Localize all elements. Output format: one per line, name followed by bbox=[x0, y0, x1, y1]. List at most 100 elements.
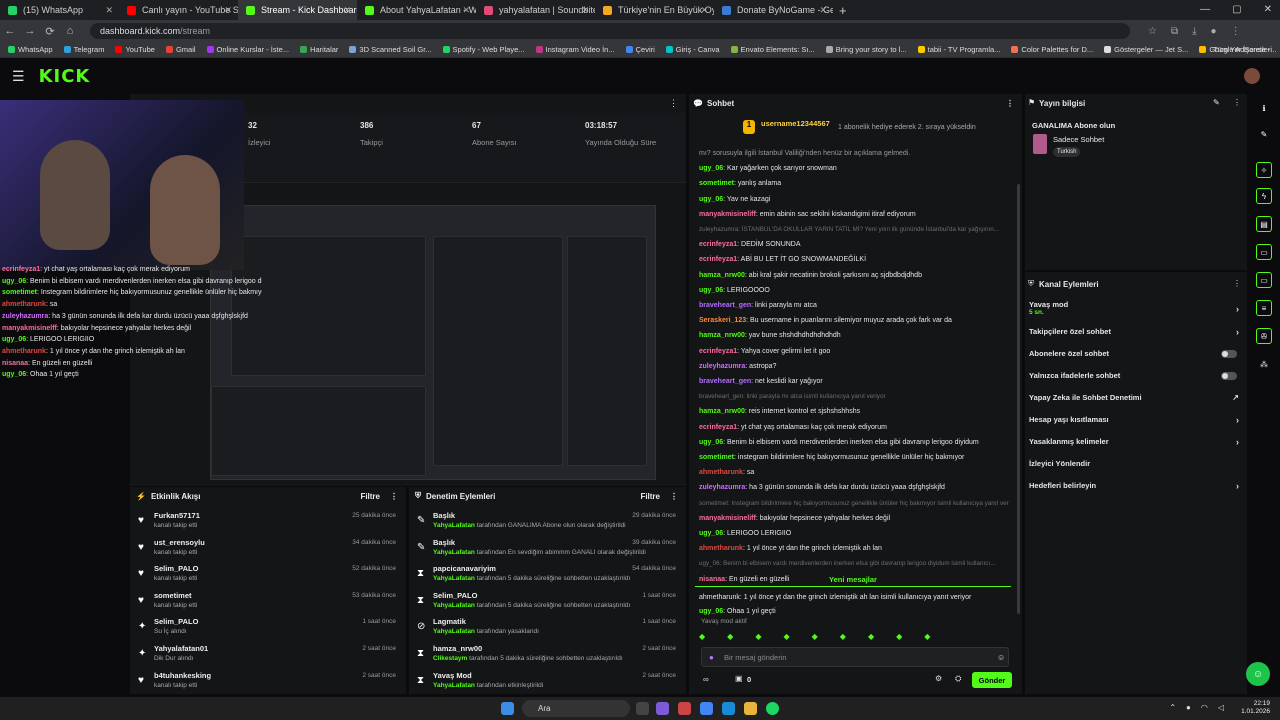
kick-logo[interactable]: KICK bbox=[39, 66, 91, 87]
send-button[interactable]: Gönder bbox=[972, 672, 1012, 688]
moderation-target[interactable]: Lagmatik bbox=[433, 617, 466, 626]
moderation-item[interactable]: ⧗ papcicanavariyim YahyaLafatan tarafından… bbox=[417, 564, 680, 590]
moderation-item[interactable]: ⧗ Yavaş Mod YahyaLafatan tarafından etkinl… bbox=[417, 671, 680, 697]
chat-username[interactable]: ugy_06 bbox=[699, 608, 723, 615]
moderation-item[interactable]: ⧗ Selim_PALO YahyaLafatan tarafından 5 dak… bbox=[417, 591, 680, 617]
activity-user[interactable]: Selim_PALO bbox=[154, 617, 198, 626]
chat-username[interactable]: manyakmisineliff bbox=[699, 515, 756, 522]
moderation-actor[interactable]: YahyaLafatan bbox=[433, 628, 475, 635]
app-icon[interactable] bbox=[678, 702, 691, 715]
hamburger-icon[interactable]: ☰ bbox=[12, 68, 25, 85]
chat-username[interactable]: ecrinfeyza1 bbox=[699, 424, 737, 431]
start-icon[interactable] bbox=[501, 702, 514, 715]
chat-username[interactable]: braveheart_gen bbox=[699, 302, 751, 309]
channel-action-row[interactable]: Yasaklanmış kelimeler › bbox=[1029, 437, 1239, 451]
chat-menu-icon[interactable]: ⋮ bbox=[1006, 99, 1014, 108]
moderation-item[interactable]: ⊘ Lagmatik YahyaLafatan tarafından yasakla… bbox=[417, 617, 680, 643]
chat-username[interactable]: hamza_nrw00 bbox=[699, 272, 745, 279]
activity-user[interactable]: sometimet bbox=[154, 591, 192, 600]
chat-username[interactable]: hamza_nrw00 bbox=[699, 332, 745, 339]
bookmark[interactable]: 3D Scanned Soil Gr... bbox=[349, 45, 432, 54]
chat-input[interactable]: Bir mesaj gönderin bbox=[701, 647, 1009, 667]
channel-action-row[interactable]: Hesap yaşı kısıtlaması › bbox=[1029, 415, 1239, 429]
download-icon[interactable]: ⤓ bbox=[1192, 26, 1196, 37]
channel-action-row[interactable]: Takipçilere özel sohbet › bbox=[1029, 327, 1239, 341]
activity-user[interactable]: Yahyalafatan01 bbox=[154, 644, 208, 653]
bookmark[interactable]: Telegram bbox=[63, 45, 104, 54]
chat-username[interactable]: zuleyhazumra bbox=[699, 363, 745, 370]
chat-username[interactable]: sometimet bbox=[699, 454, 734, 461]
toggle-switch[interactable] bbox=[1221, 372, 1237, 380]
doc-rail-icon[interactable]: ▤ bbox=[1256, 216, 1272, 232]
emoji-icon[interactable]: ☺ bbox=[997, 653, 1005, 662]
moderation-target[interactable]: Başlık bbox=[433, 511, 455, 520]
bookmark[interactable]: Envato Elements: Sı... bbox=[730, 45, 815, 54]
browser-tab[interactable]: About YahyaLafatan - Watch Li✕ bbox=[357, 0, 476, 20]
pen-rail-icon[interactable]: ✎ bbox=[1256, 126, 1272, 142]
menu-icon[interactable]: ⋮ bbox=[1231, 26, 1241, 37]
chat-username[interactable]: ecrinfeyza1 bbox=[699, 241, 737, 248]
bookmark[interactable]: Bring your story to l... bbox=[825, 45, 907, 54]
chat-username[interactable]: ugy_06 bbox=[699, 196, 723, 203]
emote-icon[interactable]: ◆ bbox=[783, 632, 789, 641]
bookmark[interactable]: Online Kurslar - İste... bbox=[206, 45, 289, 54]
chevron-up-icon[interactable]: ⌃ bbox=[1169, 703, 1176, 712]
activity-item[interactable]: ✦ Yahyalafatan01 Dik Dur alındı 2 saat önce bbox=[138, 644, 400, 670]
bookmark[interactable]: tabii - TV Programla... bbox=[917, 45, 1000, 54]
moderation-actor[interactable]: YahyaLafatan bbox=[433, 575, 475, 582]
task-view-icon[interactable] bbox=[636, 702, 649, 715]
channel-action-row[interactable]: Hedefleri belirleyin › bbox=[1029, 481, 1239, 495]
folder-icon[interactable] bbox=[744, 702, 757, 715]
emote-icon[interactable]: ◆ bbox=[868, 632, 874, 641]
browser-tab[interactable]: Türkiye'nin En Büyük Oyuncu D✕ bbox=[595, 0, 714, 20]
moderation-actor[interactable]: YahyaLafatan bbox=[433, 522, 475, 529]
chat-username[interactable]: ecrinfeyza1 bbox=[699, 348, 737, 355]
edge-icon[interactable] bbox=[722, 702, 735, 715]
chat-username[interactable]: ugy_06 bbox=[699, 287, 723, 294]
avatar[interactable] bbox=[1244, 68, 1260, 84]
activity-item[interactable]: ♥ Furkan57171 kanalı takip etti 25 dakika ö… bbox=[138, 511, 400, 537]
channel-action-row[interactable]: Yapay Zeka ile Sohbet Denetimi ↗ bbox=[1029, 393, 1239, 407]
gift-icon[interactable]: ▣ bbox=[735, 674, 743, 683]
chat-rail-icon[interactable]: ▭ bbox=[1256, 244, 1272, 260]
bookmark[interactable]: WhatsApp bbox=[8, 45, 53, 54]
stream-menu-icon[interactable]: ⋮ bbox=[669, 98, 678, 109]
chat-username[interactable]: Seraskeri_123 bbox=[699, 317, 746, 324]
category-name[interactable]: Sadece Sohbet bbox=[1053, 135, 1104, 144]
chat-username[interactable]: sometimet bbox=[699, 180, 734, 187]
emote-icon[interactable]: ◆ bbox=[727, 632, 733, 641]
new-tab-button[interactable]: + bbox=[839, 3, 847, 18]
target-rail-icon[interactable]: ✧ bbox=[1256, 162, 1272, 178]
card-rail-icon[interactable]: ▭ bbox=[1256, 272, 1272, 288]
activity-user[interactable]: ust_erensoylu bbox=[154, 538, 205, 547]
chat-username[interactable]: ahmetharunk bbox=[699, 545, 743, 552]
moderation-menu-icon[interactable]: ⋮ bbox=[670, 492, 678, 501]
emote-icon[interactable]: ◆ bbox=[924, 632, 930, 641]
taskbar-clock[interactable]: 22:19 1.01.2026 bbox=[1241, 700, 1270, 716]
url-input[interactable]: dashboard.kick.com/stream bbox=[90, 23, 1130, 39]
close-icon[interactable]: ✕ bbox=[1264, 4, 1272, 15]
activity-user[interactable]: b4tuhankesking bbox=[154, 671, 211, 680]
points-icon[interactable]: ∞ bbox=[703, 675, 709, 684]
reload-icon[interactable]: ⟳ bbox=[40, 25, 60, 38]
forward-icon[interactable]: → bbox=[20, 25, 40, 37]
tab-close-icon[interactable]: ✕ bbox=[819, 5, 827, 16]
moderation-actor[interactable]: Clikestaym bbox=[433, 655, 467, 662]
browser-tab[interactable]: yahyalafatan | Soundbites, Sou✕ bbox=[476, 0, 595, 20]
activity-item[interactable]: ✦ Selim_PALO Su İç alındı 1 saat önce bbox=[138, 617, 400, 643]
moderation-target[interactable]: Başlık bbox=[433, 538, 455, 547]
server-rail-icon[interactable]: ≡ bbox=[1256, 300, 1272, 316]
profile-icon[interactable]: ● bbox=[1211, 26, 1217, 37]
tab-close-icon[interactable]: ✕ bbox=[343, 5, 351, 16]
all-bookmarks[interactable]: Tüm Yer İşaretleri bbox=[1213, 45, 1272, 54]
tab-close-icon[interactable]: ✕ bbox=[105, 5, 113, 16]
bookmark[interactable]: Çeviri bbox=[625, 45, 655, 54]
bolt-rail-icon[interactable]: ϟ bbox=[1256, 188, 1272, 204]
back-icon[interactable]: ← bbox=[0, 25, 20, 37]
emote-icon[interactable]: ◆ bbox=[755, 632, 761, 641]
chat-username[interactable]: ugy_06 bbox=[699, 165, 723, 172]
chat-scrollbar[interactable] bbox=[1017, 184, 1020, 614]
tab-close-icon[interactable]: ✕ bbox=[462, 5, 470, 16]
minimize-icon[interactable]: — bbox=[1200, 4, 1210, 15]
chat-username[interactable]: zuleyhazumra bbox=[699, 484, 745, 491]
